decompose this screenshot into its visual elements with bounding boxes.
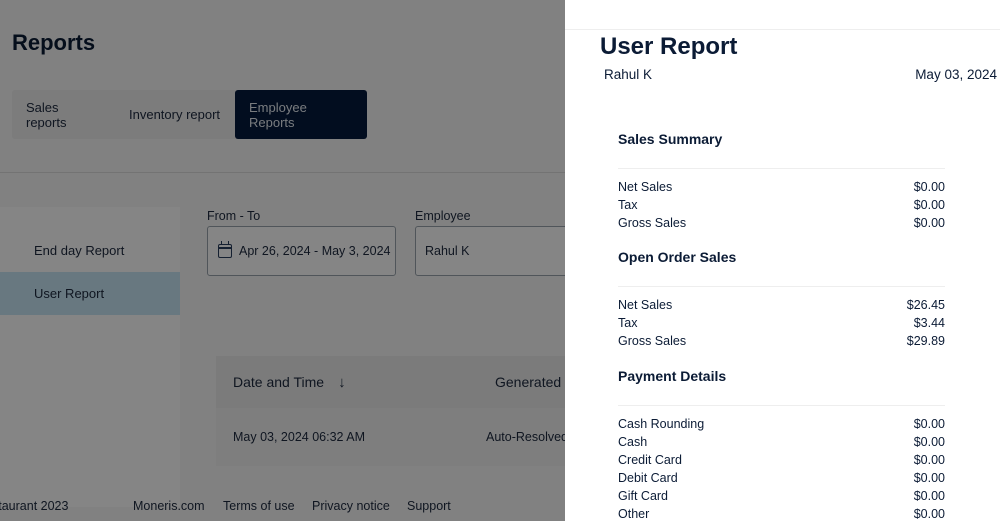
row-value: $29.89 (906, 334, 945, 348)
summary-row: Debit Card $0.00 (618, 469, 945, 487)
open-order-sales-section: Open Order Sales Net Sales $26.45 Tax $3.4… (618, 249, 945, 350)
row-value: $26.45 (906, 298, 945, 312)
payment-details-section: Payment Details Cash Rounding $0.00 Cash $… (618, 368, 945, 521)
row-label: Tax (618, 198, 638, 212)
row-label: Gift Card (618, 489, 669, 503)
row-value: $0.00 (913, 453, 945, 467)
summary-row: Cash Rounding $0.00 (618, 415, 945, 433)
user-report-drawer: User Report Rahul K May 03, 2024 Sales S… (565, 0, 1000, 521)
section-divider (618, 286, 945, 287)
report-date: May 03, 2024 (915, 67, 997, 82)
section-divider (618, 168, 945, 169)
summary-row: Tax $0.00 (618, 196, 945, 214)
row-label: Debit Card (618, 471, 678, 485)
section-divider (618, 405, 945, 406)
section-title: Sales Summary (618, 131, 723, 147)
summary-row: Net Sales $0.00 (618, 178, 945, 196)
modal-backdrop[interactable] (0, 0, 565, 521)
row-value: $0.00 (913, 216, 945, 230)
row-value: $0.00 (913, 435, 945, 449)
summary-row: Cash $0.00 (618, 433, 945, 451)
row-label: Gross Sales (618, 334, 687, 348)
drawer-title: User Report (600, 33, 738, 60)
summary-row: Gift Card $0.00 (618, 487, 945, 505)
row-label: Net Sales (618, 298, 673, 312)
row-label: Credit Card (618, 453, 682, 467)
row-label: Cash (618, 435, 648, 449)
row-value: $0.00 (913, 417, 945, 431)
drawer-divider (565, 29, 1000, 30)
summary-row: Other $0.00 (618, 505, 945, 521)
row-value: $0.00 (913, 489, 945, 503)
summary-row: Tax $3.44 (618, 314, 945, 332)
sales-summary-section: Sales Summary Net Sales $0.00 Tax $0.00 Gr… (618, 131, 945, 232)
row-label: Tax (618, 316, 638, 330)
row-value: $3.44 (913, 316, 945, 330)
report-employee-name: Rahul K (604, 67, 653, 82)
summary-row: Gross Sales $0.00 (618, 214, 945, 232)
section-title: Payment Details (618, 368, 727, 384)
row-label: Cash Rounding (618, 417, 705, 431)
row-value: $0.00 (913, 471, 945, 485)
row-label: Net Sales (618, 180, 673, 194)
row-value: $0.00 (913, 180, 945, 194)
row-label: Gross Sales (618, 216, 687, 230)
section-title: Open Order Sales (618, 249, 737, 265)
summary-row: Gross Sales $29.89 (618, 332, 945, 350)
summary-row: Credit Card $0.00 (618, 451, 945, 469)
row-value: $0.00 (913, 507, 945, 521)
row-value: $0.00 (913, 198, 945, 212)
row-label: Other (618, 507, 650, 521)
summary-row: Net Sales $26.45 (618, 296, 945, 314)
